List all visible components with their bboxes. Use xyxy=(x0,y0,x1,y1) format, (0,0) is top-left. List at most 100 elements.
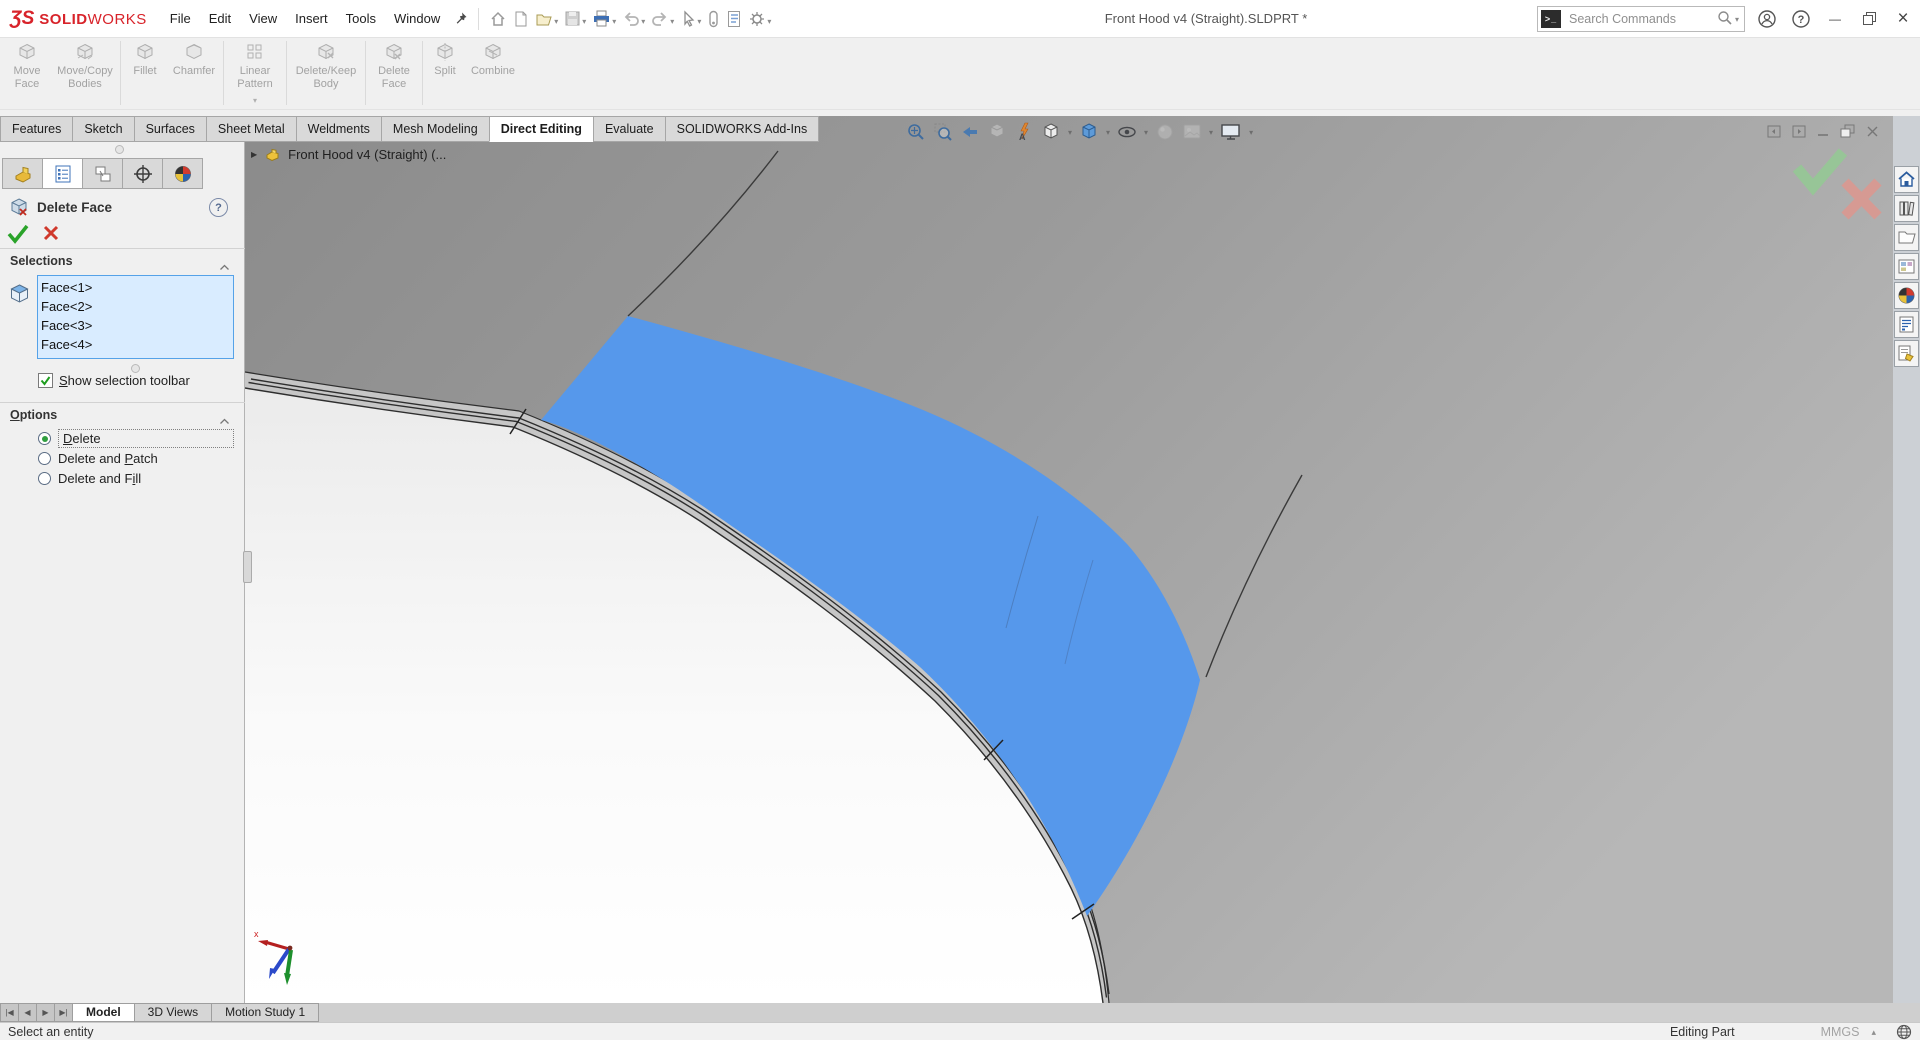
select-button[interactable]: ▾ xyxy=(678,7,703,31)
tab-solidworks-add-ins[interactable]: SOLIDWORKS Add-Ins xyxy=(665,116,820,142)
help-icon[interactable]: ? xyxy=(1784,0,1818,37)
custom-properties-button[interactable] xyxy=(1894,311,1919,338)
tab-sheet-metal[interactable]: Sheet Metal xyxy=(206,116,297,142)
model-3d-view[interactable] xyxy=(245,116,1893,1003)
view-settings-icon[interactable] xyxy=(1219,121,1243,143)
face-list-item[interactable]: Face<1> xyxy=(41,278,233,297)
select-caret-icon[interactable]: ▾ xyxy=(697,17,701,26)
panel-resize-grip[interactable] xyxy=(115,145,124,154)
face-list-item[interactable]: Face<3> xyxy=(41,316,233,335)
first-tab-button[interactable]: |◀ xyxy=(0,1003,19,1022)
cancel-x-icon[interactable] xyxy=(1845,182,1878,216)
minimize-button[interactable]: — xyxy=(1818,0,1852,37)
file-explorer-button[interactable] xyxy=(1894,224,1919,251)
previous-tab-button[interactable]: ◀ xyxy=(18,1003,37,1022)
view-palette-button[interactable] xyxy=(1894,253,1919,280)
selected-faces-listbox[interactable]: Face<1> Face<2> Face<3> Face<4> xyxy=(37,275,234,359)
tab-3d-views[interactable]: 3D Views xyxy=(134,1003,212,1022)
print-button[interactable]: ▾ xyxy=(590,7,618,31)
hide-show-items-icon[interactable] xyxy=(1116,121,1138,143)
next-pane-icon[interactable] xyxy=(1792,125,1806,138)
pin-menu-icon[interactable] xyxy=(453,11,468,26)
tab-surfaces[interactable]: Surfaces xyxy=(134,116,207,142)
settings-caret-icon[interactable]: ▾ xyxy=(767,17,771,26)
apply-scene-icon[interactable] xyxy=(1181,121,1203,143)
settings-gear-button[interactable]: ▾ xyxy=(746,7,773,31)
tab-display-manager[interactable] xyxy=(162,158,203,189)
view-orientation-caret-icon[interactable]: ▾ xyxy=(1068,128,1072,137)
close-pane-icon[interactable] xyxy=(1866,125,1879,138)
ribbon-button-linear-pattern[interactable]: LinearPattern ▾ xyxy=(226,37,284,109)
touch-mode-button[interactable] xyxy=(705,7,722,31)
ribbon-button-move-copy-bodies[interactable]: Move/CopyBodies xyxy=(52,37,118,109)
pm-ok-button[interactable] xyxy=(6,222,30,244)
expand-tree-icon[interactable]: ▶ xyxy=(251,150,257,159)
face-list-item[interactable]: Face<2> xyxy=(41,297,233,316)
option-delete-row[interactable]: Delete xyxy=(38,429,234,448)
option-delete-and-fill-row[interactable]: Delete and Fill xyxy=(38,471,141,486)
design-library-button[interactable] xyxy=(1894,195,1919,222)
radio-icon[interactable] xyxy=(38,472,51,485)
search-caret-icon[interactable]: ▾ xyxy=(1735,15,1739,24)
solidworks-resources-button[interactable] xyxy=(1894,166,1919,193)
radio-icon[interactable] xyxy=(38,452,51,465)
home-button[interactable] xyxy=(487,7,509,31)
feature-tree-root-label[interactable]: Front Hood v4 (Straight) (... xyxy=(288,147,446,162)
undo-button[interactable]: ▾ xyxy=(620,7,647,31)
collapse-selections-icon[interactable] xyxy=(219,259,230,274)
last-tab-button[interactable]: ▶| xyxy=(54,1003,73,1022)
face-list-item[interactable]: Face<4> xyxy=(41,335,233,354)
tab-direct-editing[interactable]: Direct Editing xyxy=(489,116,594,142)
tab-weldments[interactable]: Weldments xyxy=(296,116,382,142)
menu-tools[interactable]: Tools xyxy=(337,1,385,37)
redo-button[interactable]: ▾ xyxy=(649,7,676,31)
tab-feature-manager-tree[interactable] xyxy=(2,158,43,189)
menu-file[interactable]: File xyxy=(161,1,200,37)
tab-evaluate[interactable]: Evaluate xyxy=(593,116,666,142)
option-delete-and-patch-row[interactable]: Delete and Patch xyxy=(38,451,158,466)
show-selection-toolbar-row[interactable]: Show selection toolbar xyxy=(38,373,190,388)
tab-mesh-modeling[interactable]: Mesh Modeling xyxy=(381,116,490,142)
display-style-icon[interactable] xyxy=(1078,121,1100,143)
checkbox-checked-icon[interactable] xyxy=(38,373,53,388)
ribbon-button-combine[interactable]: Combine xyxy=(465,37,521,109)
minimize-pane-icon[interactable] xyxy=(1817,125,1829,138)
open-caret-icon[interactable]: ▾ xyxy=(554,17,558,26)
zoom-to-fit-icon[interactable] xyxy=(905,121,927,143)
collapse-options-icon[interactable] xyxy=(219,413,230,428)
status-expand-icon[interactable]: ▴ xyxy=(1871,1027,1876,1038)
ribbon-button-delete-face[interactable]: DeleteFace xyxy=(368,37,420,109)
pm-help-icon[interactable]: ? xyxy=(209,198,228,217)
previous-view-icon[interactable] xyxy=(959,121,981,143)
ribbon-button-fillet[interactable]: Fillet xyxy=(123,37,167,109)
graphics-area[interactable]: ▶ Front Hood v4 (Straight) (... A ▾ ▾ ▾ … xyxy=(245,116,1893,1003)
options-list-button[interactable] xyxy=(724,7,744,31)
panel-splitter-handle[interactable] xyxy=(243,551,252,583)
zoom-to-area-icon[interactable] xyxy=(932,121,954,143)
tab-model[interactable]: Model xyxy=(72,1003,135,1022)
restore-button[interactable] xyxy=(1852,0,1886,37)
save-caret-icon[interactable]: ▾ xyxy=(582,17,586,26)
web-help-globe-icon[interactable] xyxy=(1896,1024,1912,1040)
listbox-resize-grip[interactable] xyxy=(131,364,140,373)
linear-pattern-caret-icon[interactable]: ▾ xyxy=(253,94,257,107)
ribbon-button-split[interactable]: Split xyxy=(425,37,465,109)
save-button[interactable]: ▾ xyxy=(562,7,588,30)
tab-sketch[interactable]: Sketch xyxy=(72,116,134,142)
close-button[interactable]: × xyxy=(1886,0,1920,37)
menu-window[interactable]: Window xyxy=(385,1,449,37)
open-button[interactable]: ▾ xyxy=(533,7,560,31)
menu-insert[interactable]: Insert xyxy=(286,1,337,37)
search-icon[interactable] xyxy=(1717,10,1733,29)
menu-view[interactable]: View xyxy=(240,1,286,37)
undo-caret-icon[interactable]: ▾ xyxy=(641,17,645,26)
search-input[interactable] xyxy=(1567,11,1715,27)
appearances-scenes-button[interactable] xyxy=(1894,282,1919,309)
tab-motion-study-1[interactable]: Motion Study 1 xyxy=(211,1003,319,1022)
edit-appearance-icon[interactable] xyxy=(1154,121,1176,143)
tab-property-manager[interactable] xyxy=(42,158,83,189)
accept-check-icon[interactable] xyxy=(1797,152,1843,187)
ribbon-button-delete-keep-body[interactable]: Delete/KeepBody xyxy=(289,37,363,109)
redo-caret-icon[interactable]: ▾ xyxy=(670,17,674,26)
previous-pane-icon[interactable] xyxy=(1767,125,1781,138)
